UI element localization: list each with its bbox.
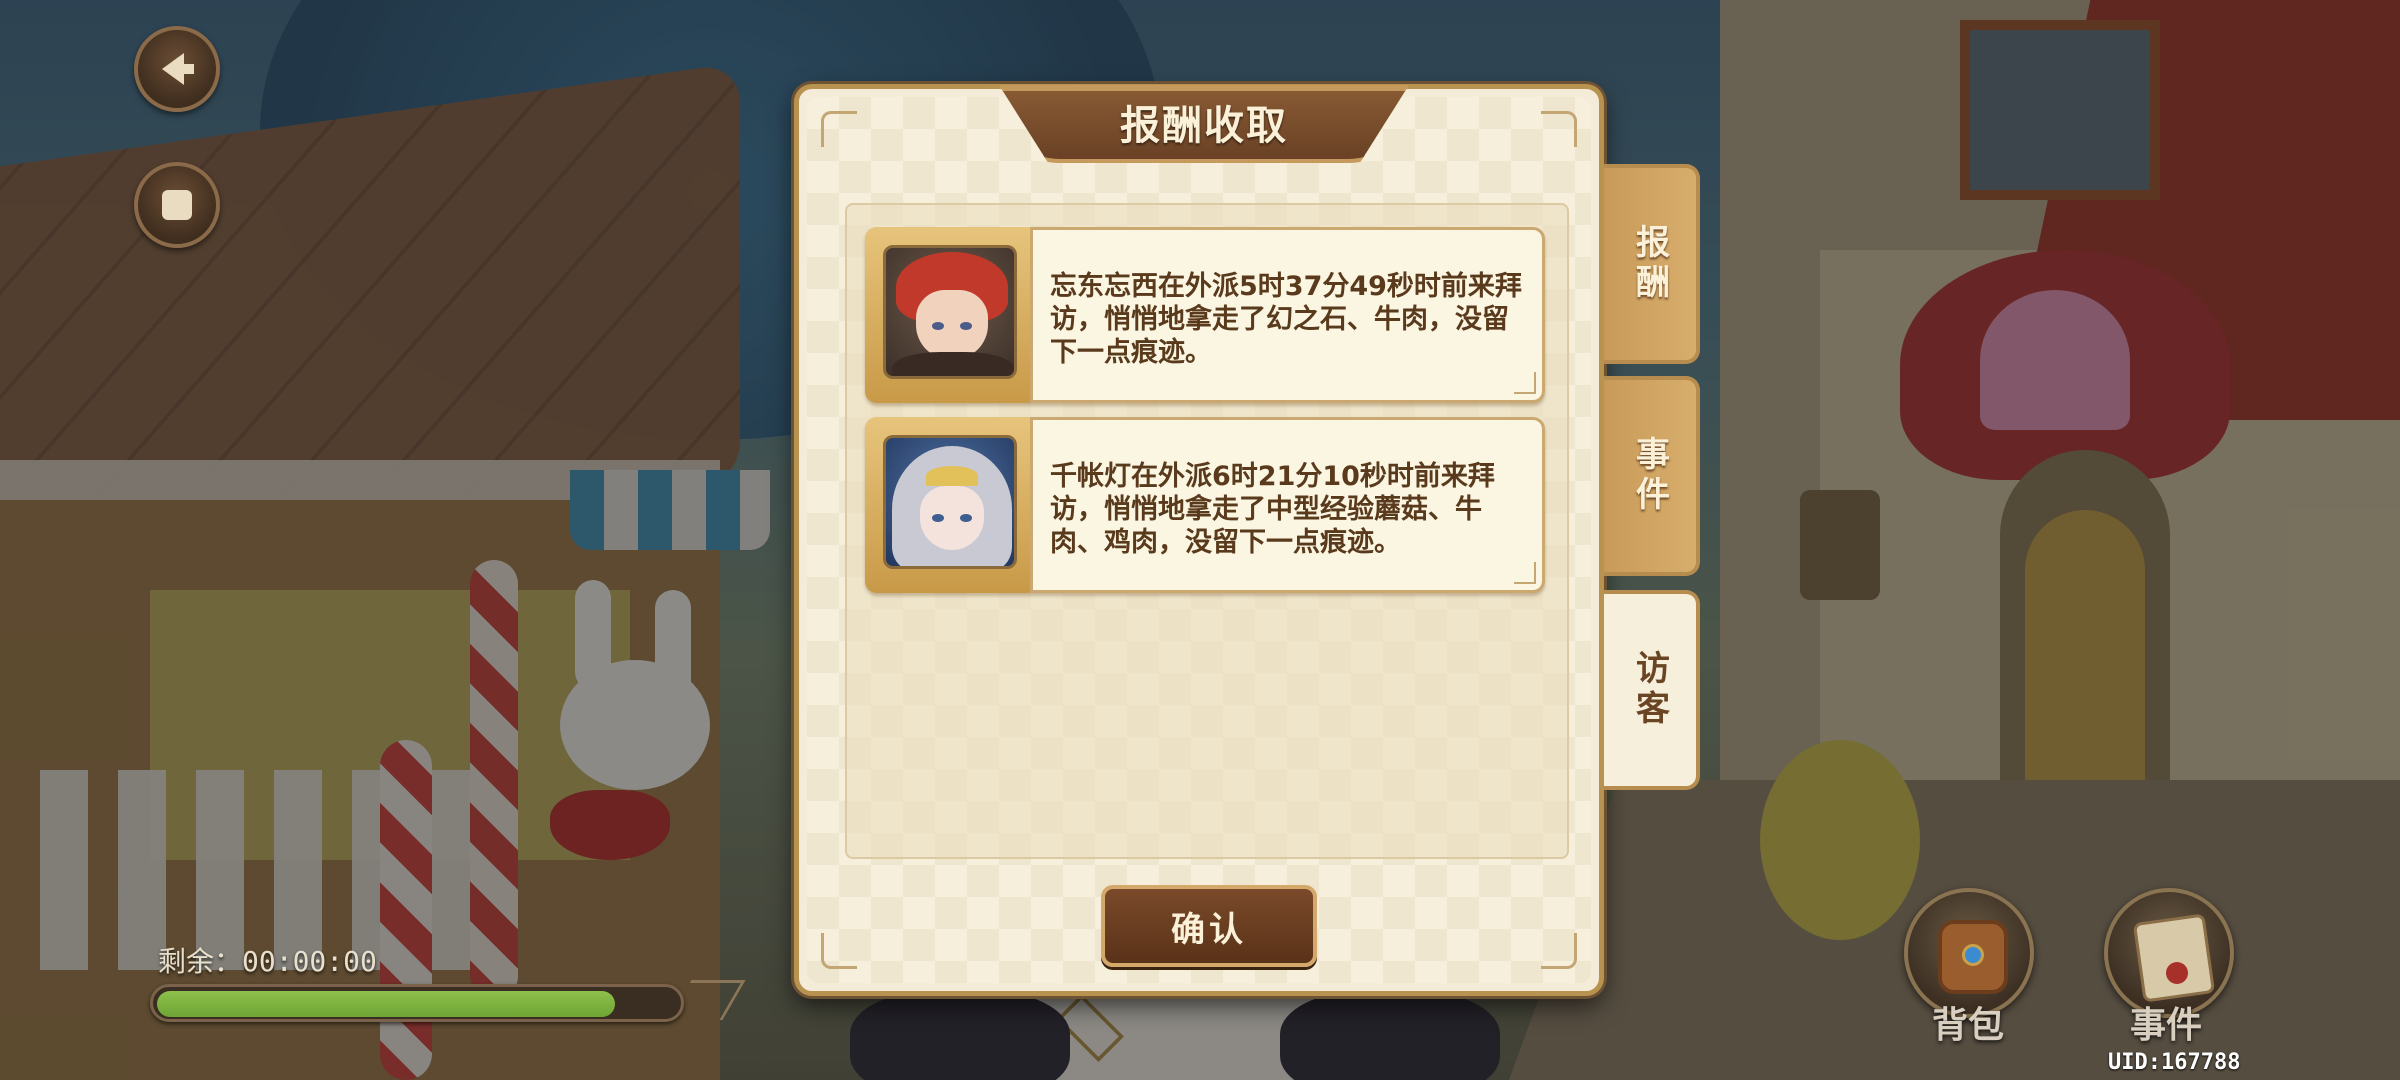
tab-visitor[interactable]: 访客 [1604,590,1700,790]
corner-ornament [1541,111,1577,147]
portrait-frame [865,227,1033,403]
list-item: 千帐灯在外派6时21分10秒时前来拜访，悄悄地拿走了中型经验蘑菇、牛肉、鸡肉，没… [865,417,1545,593]
stop-button[interactable] [134,162,220,248]
eye [932,514,944,522]
scroll-icon [2132,913,2216,1003]
red-haired-hero-portrait [883,245,1017,379]
corner-ornament [1514,372,1536,394]
visitor-list[interactable]: 忘东忘西在外派5时37分49秒时前来拜访，悄悄地拿走了幻之石、牛肉，没留下一点痕… [845,203,1569,859]
visit-description: 忘东忘西在外派5时37分49秒时前来拜访，悄悄地拿走了幻之石、牛肉，没留下一点痕… [1050,271,1522,368]
corner-ornament [1541,933,1577,969]
dialog-body: 忘东忘西在外派5时37分49秒时前来拜访，悄悄地拿走了幻之石、牛肉，没留下一点痕… [807,97,1591,983]
dialog-title-banner: 报酬收取 [999,85,1409,163]
remaining-time-progress-bar [150,984,684,1022]
eye [960,514,972,522]
reward-collection-dialog: 忘东忘西在外派5时37分49秒时前来拜访，悄悄地拿走了幻之石、牛肉，没留下一点痕… [794,84,1604,996]
progress-fill [157,991,615,1017]
silver-haired-girl-portrait [883,435,1017,569]
tab-event-label: 事件 [1629,436,1670,516]
dialog-title: 报酬收取 [1120,103,1288,149]
events-label: 事件 [2130,1005,2203,1046]
confirm-button-label: 确认 [1171,909,1247,950]
tab-reward[interactable]: 报酬 [1604,164,1700,364]
wax-seal-icon [2166,962,2188,984]
remaining-time-label: 剩余：00:00:00 [158,945,377,978]
portrait-frame [865,417,1033,593]
confirm-button[interactable]: 确认 [1101,885,1317,967]
coat [892,352,1014,376]
crown-icon [926,466,978,486]
tab-visitor-label: 访客 [1629,650,1670,730]
corner-ornament [821,933,857,969]
backpack-gem-icon [1962,944,1984,966]
eye [932,322,944,330]
eye [960,322,972,330]
corner-ornament [1514,562,1536,584]
list-item: 忘东忘西在外派5时37分49秒时前来拜访，悄悄地拿走了幻之石、牛肉，没留下一点痕… [865,227,1545,403]
face [916,290,988,360]
tab-event[interactable]: 事件 [1604,376,1700,576]
stop-icon [162,190,192,220]
backpack-label: 背包 [1932,1005,2005,1046]
back-arrow-icon [162,53,194,85]
face [920,486,984,550]
visit-description: 千帐灯在外派6时21分10秒时前来拜访，悄悄地拿走了中型经验蘑菇、牛肉、鸡肉，没… [1050,461,1495,558]
corner-ornament [821,111,857,147]
user-id: UID:167788 [2108,1050,2241,1075]
tab-reward-label: 报酬 [1629,224,1670,304]
back-button[interactable] [134,26,220,112]
